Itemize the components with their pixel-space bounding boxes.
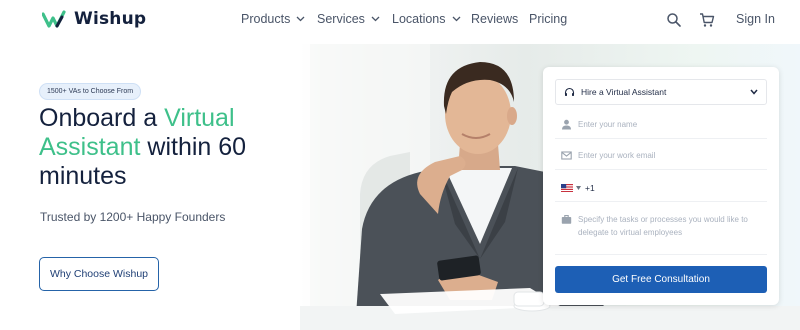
mail-icon xyxy=(561,151,572,160)
chevron-down-icon xyxy=(296,16,305,22)
tasks-placeholder: Specify the tasks or processes you would… xyxy=(578,215,748,237)
nav-item-products[interactable]: Products xyxy=(241,12,305,26)
headline-part1: Onboard a xyxy=(39,104,165,132)
nav-item-label: Services xyxy=(317,12,365,26)
tasks-textarea[interactable]: Specify the tasks or processes you would… xyxy=(555,209,767,255)
hero-badge: 1500+ VAs to Choose From xyxy=(39,83,142,100)
get-free-consultation-button[interactable]: Get Free Consultation xyxy=(555,266,767,293)
service-select-value: Hire a Virtual Assistant xyxy=(581,87,667,97)
nav-item-locations[interactable]: Locations xyxy=(392,12,461,26)
user-icon xyxy=(562,119,571,130)
nav-item-label: Pricing xyxy=(529,12,568,26)
nav-item-label: Products xyxy=(241,12,291,26)
chevron-down-icon xyxy=(750,89,758,95)
nav-item-reviews[interactable]: Reviews xyxy=(471,12,518,26)
nav-item-services[interactable]: Services xyxy=(317,12,380,26)
cart-icon[interactable] xyxy=(699,12,715,28)
email-placeholder: Enter your work email xyxy=(578,151,656,160)
caret-down-icon[interactable] xyxy=(576,185,581,190)
service-select[interactable]: Hire a Virtual Assistant xyxy=(555,79,767,105)
nav-item-pricing[interactable]: Pricing xyxy=(529,12,567,26)
phone-field[interactable]: +1 xyxy=(555,174,767,202)
headset-icon xyxy=(564,87,575,96)
nav-item-label: Locations xyxy=(392,12,446,26)
hero-subtext: Trusted by 1200+ Happy Founders xyxy=(40,210,226,224)
chevron-down-icon xyxy=(452,16,460,22)
name-field[interactable]: Enter your name xyxy=(555,111,767,139)
us-flag-icon[interactable] xyxy=(561,183,573,192)
briefcase-icon xyxy=(561,215,572,224)
email-field[interactable]: Enter your work email xyxy=(555,142,767,170)
chevron-down-icon xyxy=(371,16,380,22)
phone-country-code: +1 xyxy=(585,182,595,193)
why-choose-button[interactable]: Why Choose Wishup xyxy=(39,257,159,291)
sign-in-link[interactable]: Sign In xyxy=(736,12,775,26)
search-icon[interactable] xyxy=(666,12,682,28)
top-navbar: Wishup Products Services Locations Revie… xyxy=(0,0,800,40)
hero-headline: Onboard a Virtual Assistant within 60 mi… xyxy=(39,104,299,191)
consultation-form: Hire a Virtual Assistant Enter your name… xyxy=(543,67,779,305)
nav-item-label: Reviews xyxy=(471,12,519,26)
name-placeholder: Enter your name xyxy=(578,120,638,129)
